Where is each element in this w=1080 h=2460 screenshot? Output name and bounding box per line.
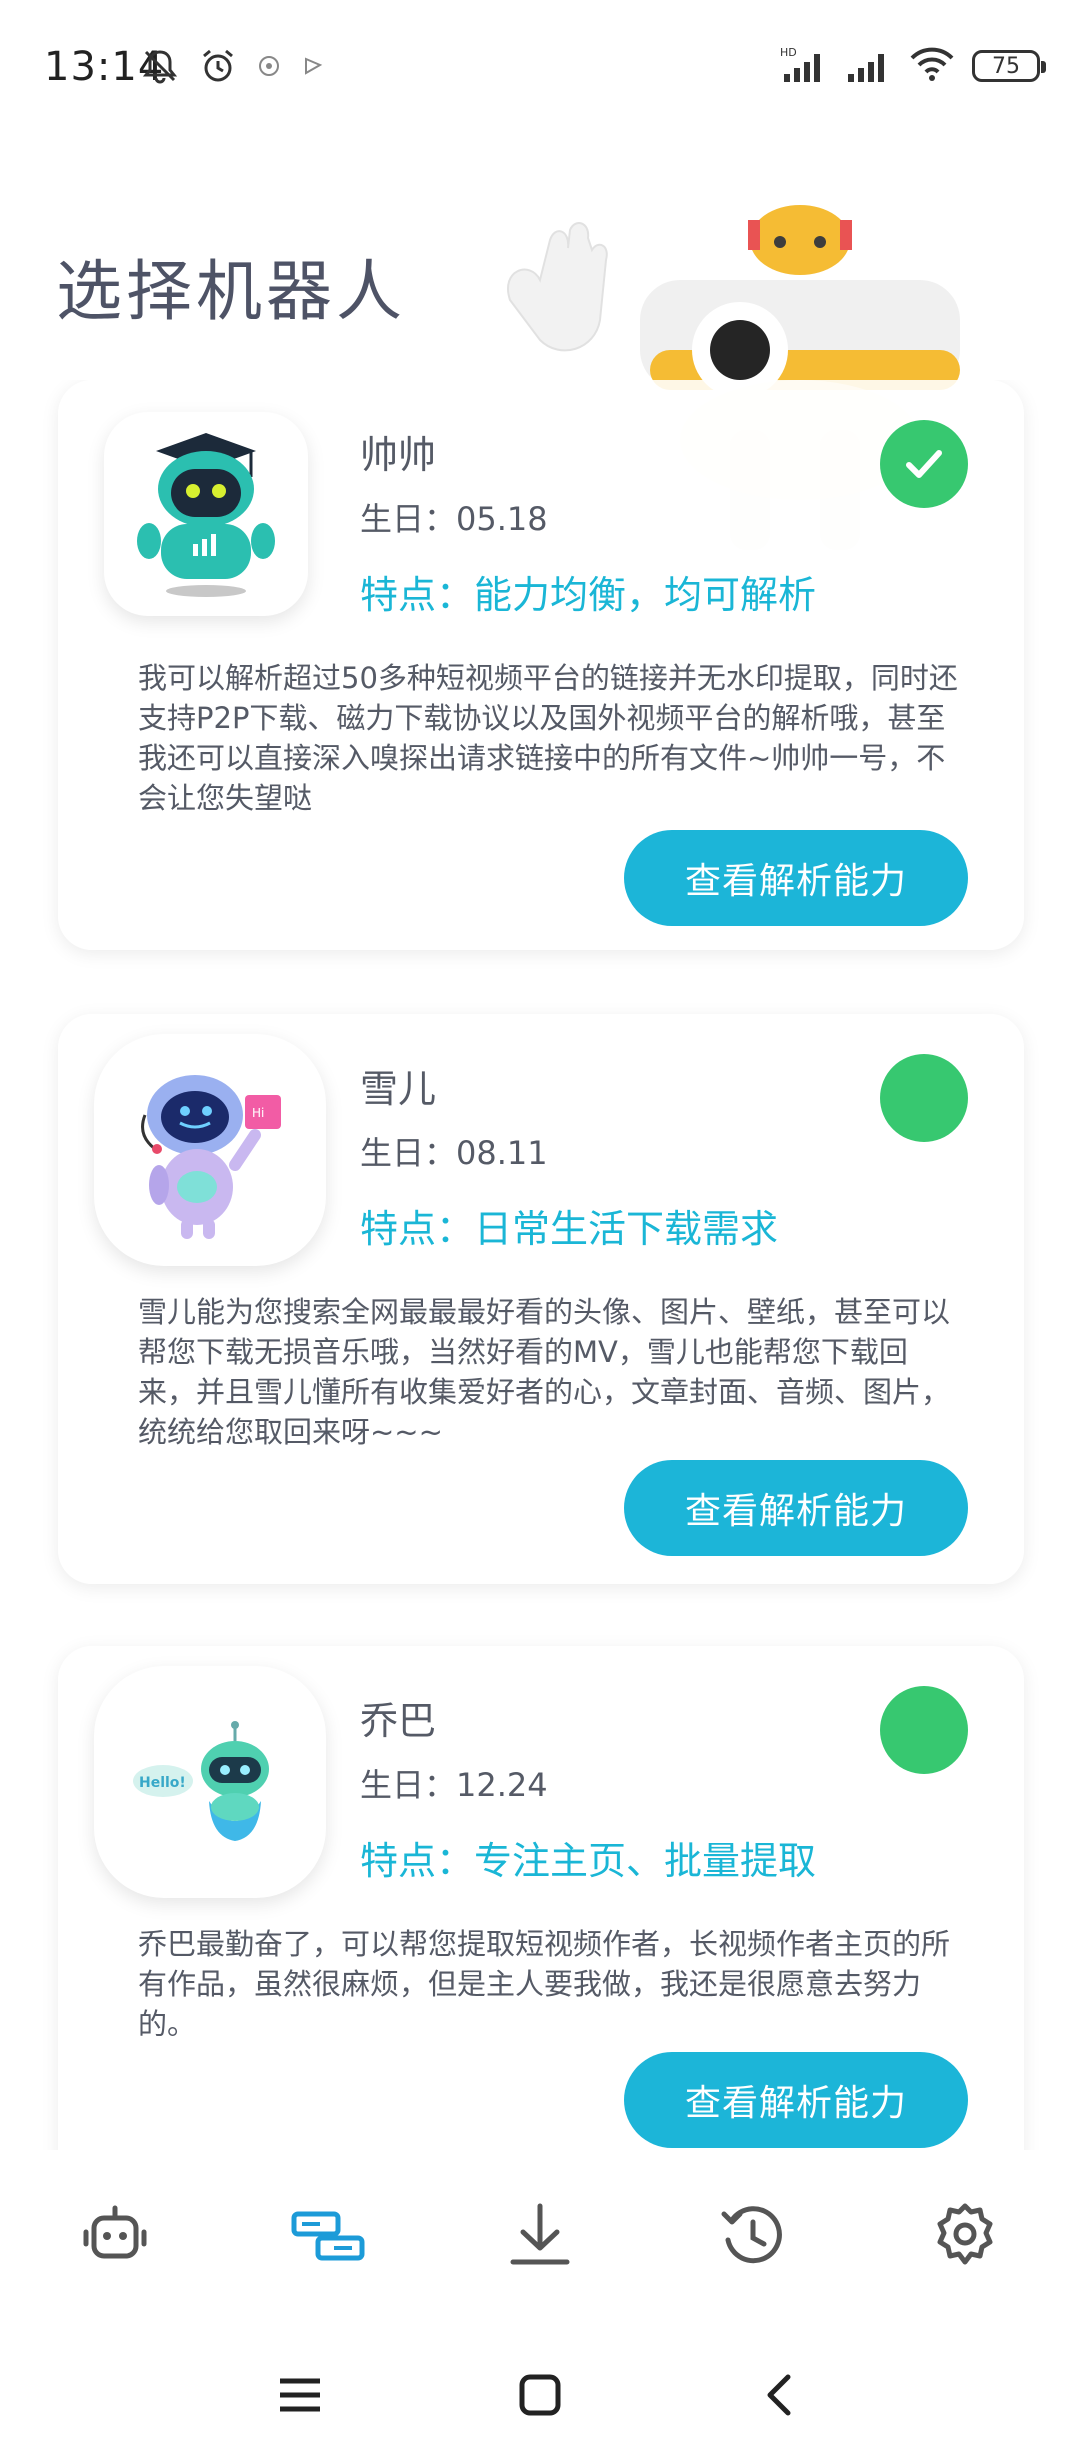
alarm-icon xyxy=(198,46,238,90)
page-title: 选择机器人 xyxy=(56,253,406,330)
svg-text:Hello!: Hello! xyxy=(139,1775,186,1791)
menu-button[interactable] xyxy=(270,2365,330,2425)
robot-name: 雪儿 xyxy=(360,1067,437,1111)
back-icon xyxy=(767,2374,791,2416)
robot-icon xyxy=(83,2205,147,2259)
checkmark-icon xyxy=(906,450,942,478)
select-toggle[interactable] xyxy=(880,420,968,508)
home-icon xyxy=(519,2374,561,2416)
hd-signal-icon: HD xyxy=(780,44,830,88)
status-icons-left xyxy=(140,46,326,90)
robot-avatar: Hi xyxy=(94,1034,326,1266)
home-button[interactable] xyxy=(510,2365,570,2425)
download-icon xyxy=(510,2203,570,2265)
svg-text:Hi: Hi xyxy=(252,1106,264,1120)
view-capability-button[interactable]: 查看解析能力 xyxy=(624,830,968,926)
battery-icon: 75 xyxy=(972,50,1046,82)
robot-avatar: Hello! xyxy=(94,1666,326,1898)
select-toggle[interactable] xyxy=(880,1054,968,1142)
view-capability-button[interactable]: 查看解析能力 xyxy=(624,1460,968,1556)
robot-birthday: 生日：05.18 xyxy=(360,500,548,538)
signal-icon xyxy=(846,44,892,88)
robot-birthday: 生日：12.24 xyxy=(360,1766,548,1804)
select-toggle[interactable] xyxy=(880,1686,968,1774)
view-capability-button[interactable]: 查看解析能力 xyxy=(624,2052,968,2148)
svg-text:HD: HD xyxy=(780,46,797,59)
wifi-icon xyxy=(908,44,956,88)
robot-description: 我可以解析超过50多种短视频平台的链接并无水印提取，同时还支持P2P下载、磁力下… xyxy=(138,661,958,815)
robot-name: 帅帅 xyxy=(360,433,437,477)
teal-robot-icon xyxy=(137,433,275,597)
green-robot-icon: Hello! xyxy=(133,1721,269,1841)
battery-level: 75 xyxy=(992,53,1020,79)
mute-icon xyxy=(140,46,180,90)
back-button[interactable] xyxy=(750,2365,810,2425)
robot-birthday: 生日：08.11 xyxy=(360,1134,548,1172)
robot-feature: 特点：能力均衡，均可解析 xyxy=(360,573,817,617)
robot-card[interactable]: 帅帅 生日：05.18 特点：能力均衡，均可解析 我可以解析超过50多种短视频平… xyxy=(58,380,1024,950)
nav-robot[interactable] xyxy=(60,2180,170,2290)
purple-robot-icon: Hi xyxy=(141,1075,281,1239)
nav-history[interactable] xyxy=(698,2180,808,2290)
robot-name: 乔巴 xyxy=(360,1699,437,1743)
status-icons-right: HD 75 xyxy=(780,44,1046,88)
history-icon xyxy=(721,2206,782,2264)
robot-description: 雪儿能为您搜索全网最最最好看的头像、图片、壁纸，甚至可以帮您下载无损音乐哦，当然… xyxy=(138,1295,951,1449)
nav-parse[interactable] xyxy=(273,2180,383,2290)
robot-description: 乔巴最勤奋了，可以帮您提取短视频作者，长视频作者主页的所有作品，虽然很麻烦，但是… xyxy=(138,1927,951,2041)
robot-list[interactable]: 帅帅 生日：05.18 特点：能力均衡，均可解析 我可以解析超过50多种短视频平… xyxy=(0,380,1080,2152)
parse-icon xyxy=(291,2211,364,2261)
notification-icon-2 xyxy=(300,53,326,83)
robot-feature: 特点：日常生活下载需求 xyxy=(360,1207,779,1251)
robot-card[interactable]: Hi 雪儿 生日：08.11 特点：日常生活下载需求 雪儿能为您搜索全网最最最好… xyxy=(58,1014,1024,1584)
system-nav-bar xyxy=(0,2330,1080,2460)
robot-avatar xyxy=(104,412,308,616)
menu-icon xyxy=(280,2378,320,2412)
robot-feature: 特点：专注主页、批量提取 xyxy=(360,1839,817,1883)
nav-settings[interactable] xyxy=(910,2180,1020,2290)
bottom-nav xyxy=(0,2150,1080,2320)
status-bar: 13:14 HD 75 xyxy=(0,0,1080,130)
settings-icon xyxy=(937,2203,993,2265)
notification-icon xyxy=(256,53,282,83)
robot-card[interactable]: Hello! 乔巴 生日：12.24 特点：专注主页、批量提取 乔巴最勤奋了，可… xyxy=(58,1646,1024,2152)
nav-download[interactable] xyxy=(485,2180,595,2290)
